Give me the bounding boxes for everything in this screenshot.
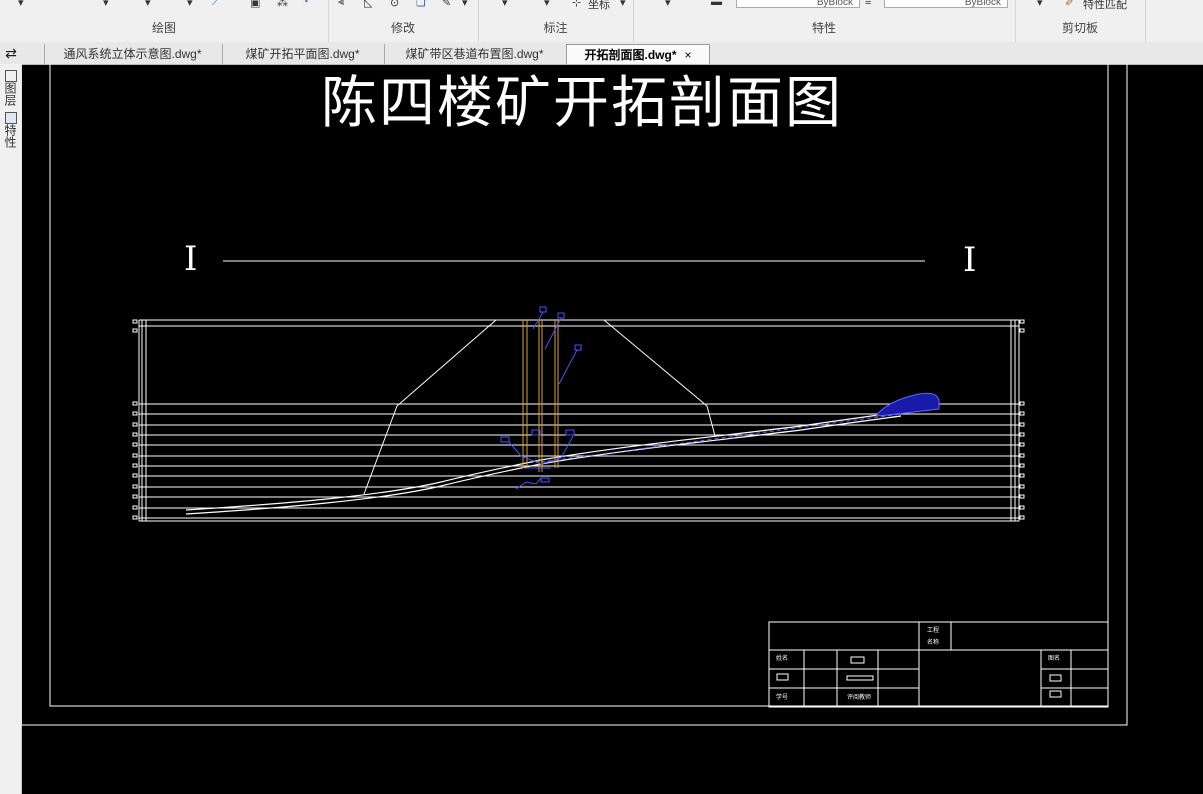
dropdown-icon[interactable]: ▾ bbox=[544, 0, 550, 9]
title-block-project-label: 工程 bbox=[927, 626, 939, 634]
coordinate-icon[interactable]: ⊹ bbox=[572, 0, 581, 9]
dropdown-icon[interactable]: ▾ bbox=[1037, 0, 1043, 9]
shaft-group bbox=[522, 320, 559, 472]
ribbon-group-clipboard: ▾ ✐ 特性匹配 剪切板 bbox=[1015, 0, 1146, 42]
dropdown-icon[interactable]: ▾ bbox=[187, 0, 193, 9]
ribbon-group-annotate: ▾ ▾ ⊹ 坐标 ▾ 标注 bbox=[478, 0, 634, 42]
dropdown-icon[interactable]: ▾ bbox=[18, 0, 24, 9]
properties-panel-label[interactable]: 特性 bbox=[2, 124, 18, 148]
hatch-tool-icon[interactable]: ▣ bbox=[250, 0, 260, 9]
region-tool-icon[interactable]: ◔ bbox=[302, 0, 309, 8]
ribbon-group-draw: ▾ ▾ ▾ ▾ ⟋ ▣ ⁂ ◔ 绘图 bbox=[0, 0, 329, 42]
dropdown-icon[interactable]: ▾ bbox=[462, 0, 468, 9]
dropdown-icon[interactable]: ▾ bbox=[145, 0, 151, 9]
title-block-reviewer-label: 评阅教师 bbox=[847, 693, 871, 701]
ribbon-group-properties: ▾ ▬ ≡ ByBlock ByBlock 特性 bbox=[633, 0, 1016, 42]
title-block-name-label: 姓名 bbox=[776, 654, 788, 662]
edit-tool-icon[interactable]: ✎ bbox=[442, 0, 451, 9]
match-properties-icon[interactable]: ✐ bbox=[1065, 0, 1074, 9]
ribbon-group-label: 特性 bbox=[811, 21, 836, 35]
tab-ventilation-diagram[interactable]: 通风系统立体示意图.dwg* bbox=[44, 44, 220, 64]
ribbon-group-label: 修改 bbox=[390, 21, 415, 35]
section-mark-right: I bbox=[963, 240, 977, 280]
title-block-drawing-name-label: 图名 bbox=[1048, 654, 1060, 662]
layers-icon[interactable] bbox=[5, 70, 17, 82]
copy-tool-icon[interactable]: ❏ bbox=[416, 0, 426, 9]
ribbon-group-label: 剪切板 bbox=[1061, 21, 1098, 35]
linetype-select[interactable]: ByBlock bbox=[736, 0, 860, 8]
title-block-student-no-label: 学号 bbox=[776, 693, 788, 701]
outcrop-body bbox=[874, 392, 940, 417]
linetype-icon[interactable]: ≡ bbox=[865, 0, 871, 8]
drawing-canvas[interactable]: 工程 名称 姓名 学号 评阅教师 图名 陈四楼矿开拓剖面图 I I bbox=[21, 64, 1203, 794]
panel-toggle-icon[interactable]: ⇄ bbox=[0, 42, 22, 64]
dropdown-icon[interactable]: ▾ bbox=[665, 0, 671, 9]
ribbon-group-label: 绘图 bbox=[151, 21, 176, 35]
title-block bbox=[768, 621, 1109, 708]
title-block-project-label: 名称 bbox=[927, 638, 939, 646]
coordinate-tool-label[interactable]: 坐标 bbox=[588, 0, 610, 12]
drawing-title: 陈四楼矿开拓剖面图 bbox=[321, 71, 843, 136]
section-mark-left: I bbox=[184, 239, 198, 279]
properties-icon[interactable] bbox=[5, 112, 17, 124]
ribbon: ▾ ▾ ▾ ▾ ⟋ ▣ ⁂ ◔ 绘图 ⫷ ◺ ⊙ ❏ ✎ ▾ 修改 ▾ ▾ ⊹ … bbox=[0, 0, 1203, 43]
dropdown-icon[interactable]: ▾ bbox=[620, 0, 626, 9]
lineweight-select[interactable]: ByBlock bbox=[884, 0, 1008, 8]
roadway-line bbox=[540, 413, 902, 463]
match-properties-label[interactable]: 特性匹配 bbox=[1083, 0, 1127, 12]
align-tool-icon[interactable]: ⫷ bbox=[338, 0, 344, 9]
ribbon-group-label: 标注 bbox=[543, 21, 568, 35]
color-swatch-icon[interactable]: ▬ bbox=[711, 0, 722, 8]
side-palette: 图层 特性 bbox=[0, 64, 22, 794]
array-tool-icon[interactable]: ⁂ bbox=[277, 0, 288, 9]
tab-label: 通风系统立体示意图.dwg* bbox=[63, 47, 202, 61]
cad-drawing: 工程 名称 姓名 学号 评阅教师 图名 bbox=[21, 64, 1128, 726]
sheet-inner-border bbox=[49, 64, 1109, 707]
line-tool-icon[interactable]: ⟋ bbox=[212, 0, 220, 9]
dropdown-icon[interactable]: ▾ bbox=[103, 0, 109, 9]
ribbon-group-modify: ⫷ ◺ ⊙ ❏ ✎ ▾ 修改 bbox=[328, 0, 479, 42]
stretch-tool-icon[interactable]: ◺ bbox=[364, 0, 372, 9]
dropdown-icon[interactable]: ▾ bbox=[502, 0, 508, 9]
rotate-tool-icon[interactable]: ⊙ bbox=[390, 0, 399, 9]
sheet-outer-border bbox=[21, 64, 1128, 726]
layers-panel-label[interactable]: 图层 bbox=[2, 82, 18, 106]
